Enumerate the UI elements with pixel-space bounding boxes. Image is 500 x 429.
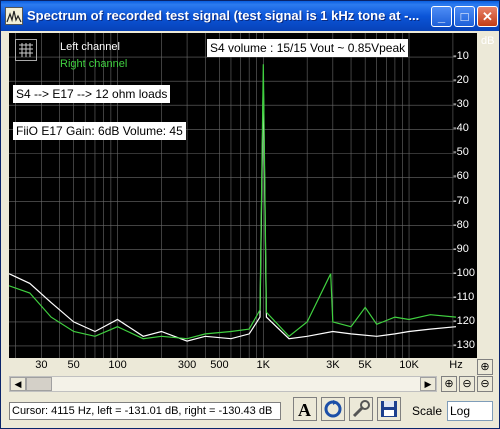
grid-toggle-icon[interactable] (15, 39, 37, 61)
zoom-in-x-icon[interactable]: ⊕ (441, 376, 457, 392)
spectrum-app-icon[interactable] (5, 7, 23, 25)
application-window: Spectrum of recorded test signal (test s… (0, 0, 500, 429)
y-tick-label: -110 (453, 290, 475, 303)
series-left-channel (9, 81, 457, 342)
zoom-out-x-icon[interactable]: ⊖ (459, 376, 475, 392)
y-tick-label: -10 (453, 50, 469, 63)
y-tick-label: -60 (453, 170, 469, 183)
y-tick-label: -90 (453, 242, 469, 255)
save-disk-icon[interactable] (377, 397, 401, 421)
scroll-thumb[interactable] (26, 377, 52, 391)
close-button[interactable]: ✕ (477, 6, 498, 27)
x-tick-label: 10K (399, 359, 419, 371)
scale-dropdown[interactable]: Log (447, 401, 493, 421)
y-tick-label: -20 (453, 74, 469, 87)
chain-annotation: S4 --> E17 --> 12 ohm loads (13, 85, 171, 103)
y-tick-label: -50 (453, 146, 469, 159)
y-tick-label: -130 (453, 338, 476, 351)
cursor-readout: Cursor: 4115 Hz, left = -131.01 dB, righ… (9, 402, 281, 420)
title-bar[interactable]: Spectrum of recorded test signal (test s… (1, 1, 499, 31)
x-tick-label: 5K (358, 359, 372, 371)
text-tool-icon[interactable]: A (293, 397, 317, 421)
y-tick-label: -40 (453, 122, 469, 135)
zoom-out-icon[interactable]: ⊖ (477, 376, 493, 392)
legend-left-channel: Left channel (60, 41, 120, 53)
y-tick-label: -100 (453, 266, 476, 279)
scroll-right-button[interactable]: ▶ (420, 377, 436, 391)
x-tick-label: 3K (326, 359, 340, 371)
y-tick-label: dB (481, 35, 495, 47)
x-tick-label: Hz (449, 359, 463, 371)
y-tick-label: -80 (453, 218, 469, 231)
zoom-in-icon[interactable]: ⊕ (477, 359, 493, 375)
spectrum-chart[interactable] (9, 33, 477, 358)
x-tick-label: 1K (256, 359, 271, 371)
scale-label: Scale (412, 404, 443, 418)
legend-right-channel: Right channel (60, 58, 128, 70)
horizontal-scrollbar[interactable]: ◀ ▶ (9, 376, 437, 392)
y-tick-label: -30 (453, 98, 469, 111)
window-title: Spectrum of recorded test signal (test s… (27, 8, 420, 23)
maximize-button[interactable]: □ (454, 6, 475, 27)
scroll-left-button[interactable]: ◀ (10, 377, 26, 391)
y-tick-label: -120 (453, 314, 476, 327)
minimize-button[interactable]: _ (431, 6, 452, 27)
x-tick-label: 100 (108, 359, 127, 371)
refresh-icon[interactable] (321, 397, 345, 421)
x-tick-label: 300 (177, 359, 197, 371)
svg-text:A: A (298, 400, 311, 420)
settings-annotation: FiiO E17 Gain: 6dB Volume: 45 (13, 122, 186, 140)
y-tick-label: -70 (453, 194, 469, 207)
wrench-icon[interactable] (349, 397, 373, 421)
volume-annotation: S4 volume : 15/15 Vout ~ 0.85Vpeak (207, 39, 409, 57)
x-tick-label: 500 (210, 359, 229, 371)
x-tick-label: 50 (67, 359, 80, 371)
spectrum-plot[interactable]: Left channel Right channel S4 volume : 1… (9, 33, 477, 374)
x-tick-label: 30 (35, 359, 48, 371)
